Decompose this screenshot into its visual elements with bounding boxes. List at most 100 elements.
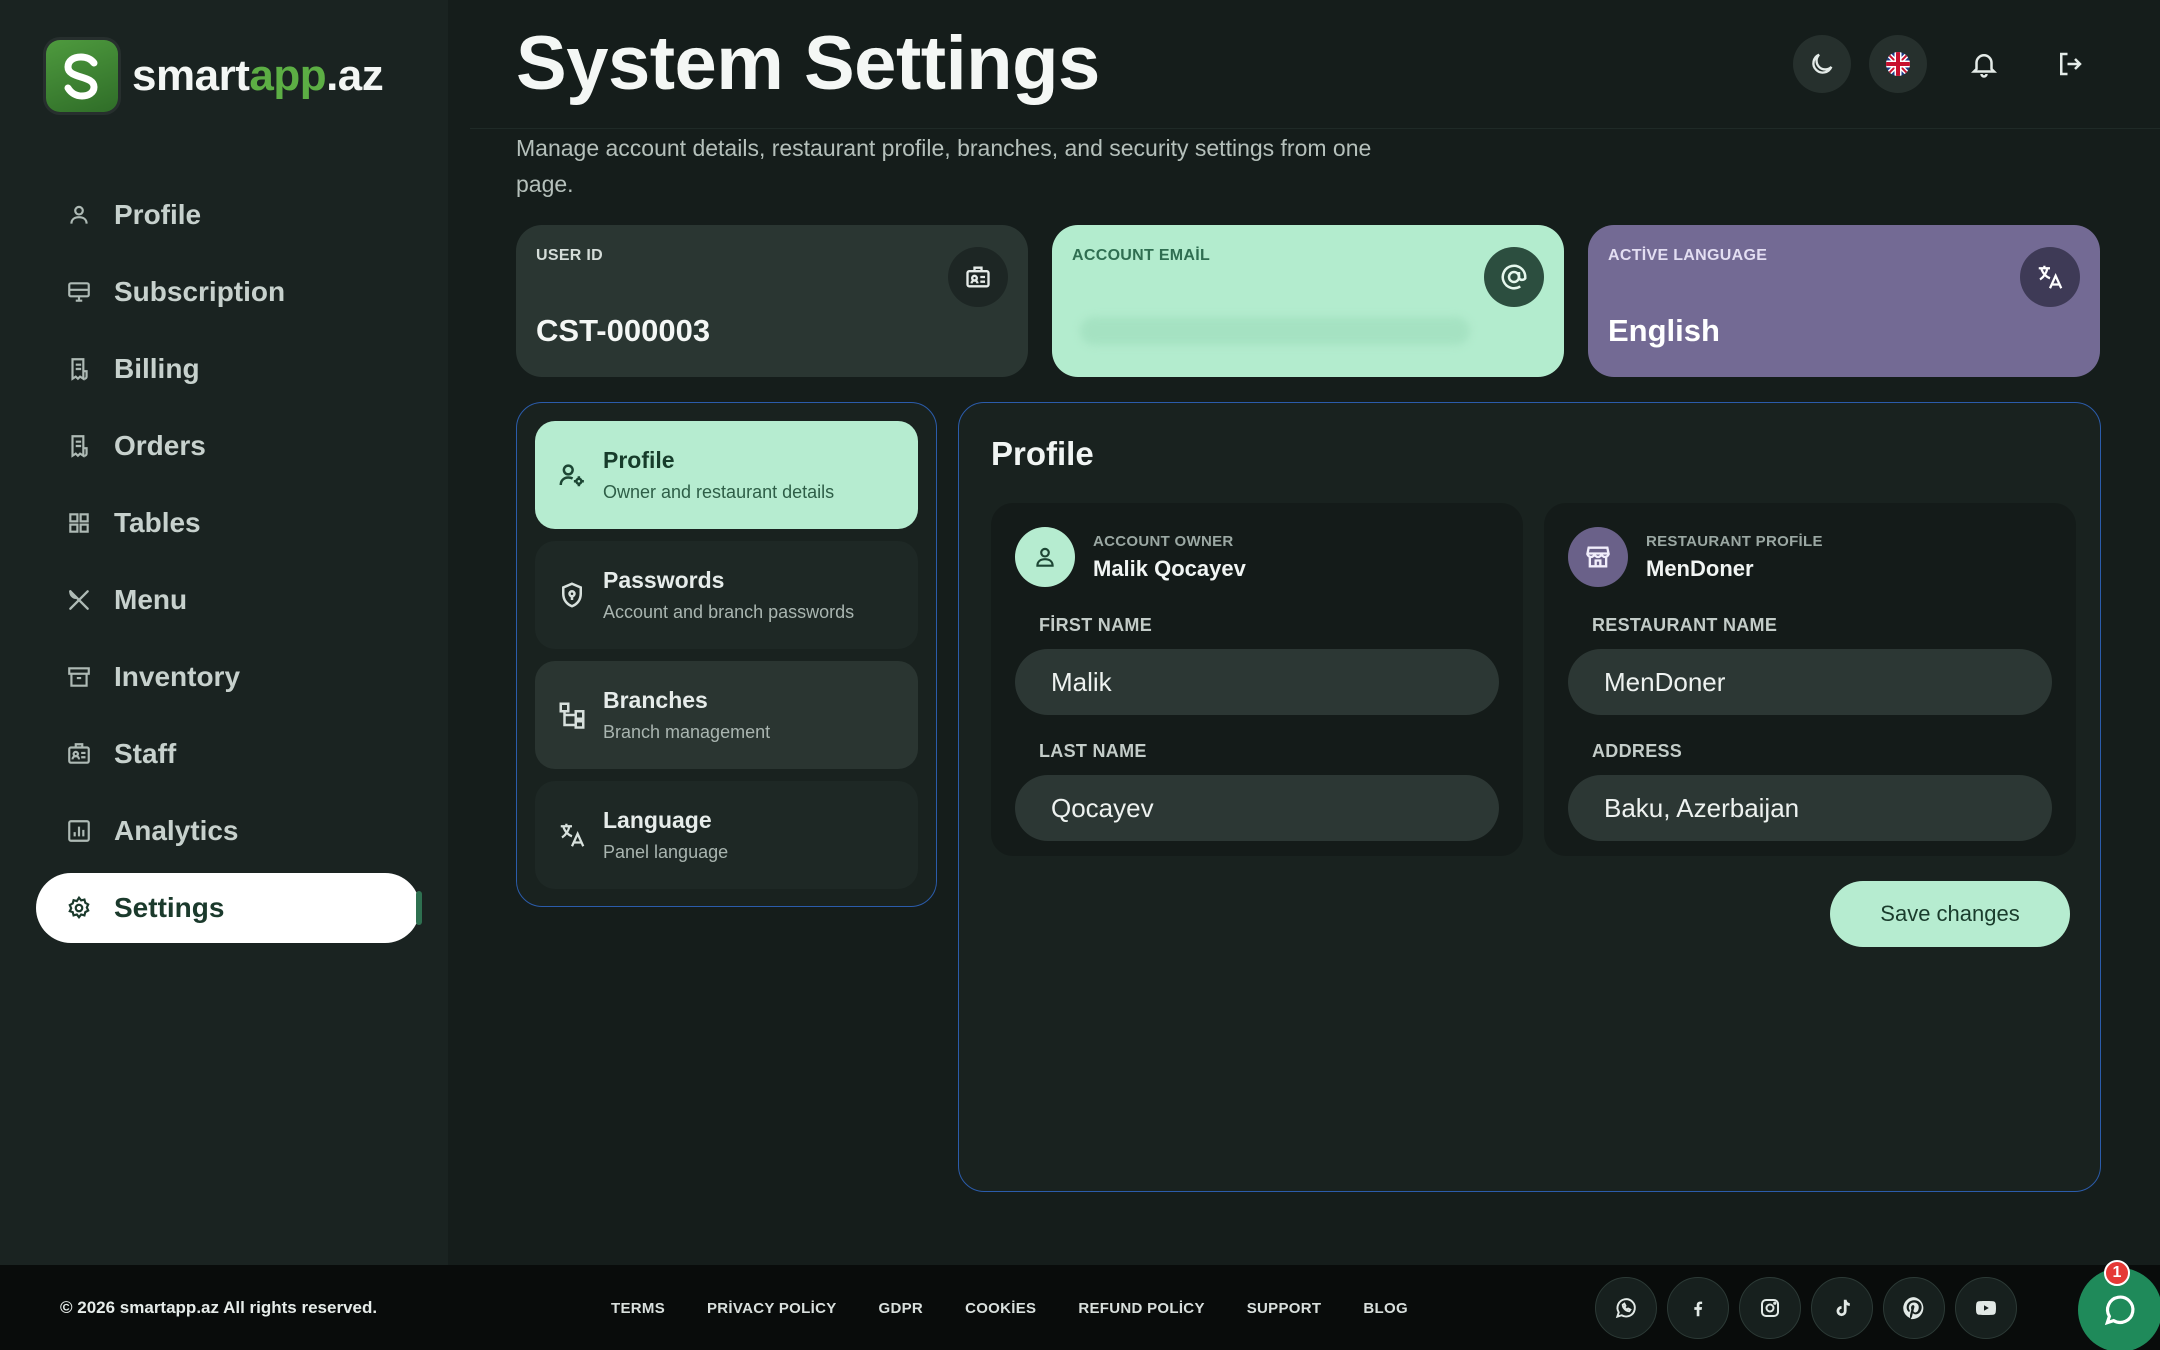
translate-icon <box>560 823 585 847</box>
sidebar-item-tables[interactable]: Tables <box>36 488 420 558</box>
hierarchy-icon <box>559 702 585 729</box>
page-subtitle: Manage account details, restaurant profi… <box>516 135 1372 197</box>
tiktok-icon <box>1836 1299 1850 1317</box>
sidebar-item-label: Settings <box>114 892 225 923</box>
moon-icon <box>1812 53 1833 74</box>
sidebar-item-label: Orders <box>114 430 206 461</box>
sidebar-item-menu[interactable]: Menu <box>36 565 420 635</box>
first-name-label: FİRST NAME <box>1039 615 1152 635</box>
account-email-value-redacted <box>1080 317 1470 345</box>
tab-title: Profile <box>603 447 675 473</box>
logo-icon <box>46 40 118 112</box>
footer-link-terms[interactable]: TERMS <box>611 1300 665 1317</box>
logout-button[interactable] <box>2041 35 2099 93</box>
receipt-icon <box>71 435 88 458</box>
sidebar-item-label: Inventory <box>114 661 241 692</box>
active-language-label: ACTİVE LANGUAGE <box>1608 247 1768 264</box>
chat-bubble-icon <box>2104 1295 2135 1326</box>
restaurant-name-label: RESTAURANT NAME <box>1592 615 1778 635</box>
tab-subtitle: Account and branch passwords <box>603 602 855 622</box>
save-changes-button[interactable]: Save changes <box>1830 881 2070 947</box>
footer-links: TERMS PRİVACY POLİCY GDPR COOKİES REFUND… <box>611 1300 1408 1317</box>
facebook-button[interactable] <box>1667 1277 1729 1339</box>
whatsapp-icon <box>1615 1298 1636 1319</box>
sidebar-item-inventory[interactable]: Inventory <box>36 642 420 712</box>
sidebar-item-analytics[interactable]: Analytics <box>36 796 420 866</box>
tab-passwords[interactable]: Passwords Account and branch passwords <box>535 541 918 649</box>
tiktok-button[interactable] <box>1811 1277 1873 1339</box>
tab-subtitle: Owner and restaurant details <box>603 482 835 502</box>
user-icon <box>70 205 88 224</box>
tab-title: Branches <box>603 687 708 713</box>
sidebar-item-profile[interactable]: Profile <box>36 180 420 250</box>
restaurant-name: MenDoner <box>1646 555 1754 581</box>
user-id-label: USER ID <box>536 247 603 264</box>
sidebar-item-staff[interactable]: Staff <box>36 719 420 789</box>
gear-icon <box>68 895 90 919</box>
sidebar-item-orders[interactable]: Orders <box>36 411 420 481</box>
address-field[interactable] <box>1568 775 2052 841</box>
sidebar-item-label: Tables <box>114 507 201 538</box>
sidebar-item-label: Billing <box>114 353 200 384</box>
tab-profile[interactable]: Profile Owner and restaurant details <box>535 421 918 529</box>
chat-notification-badge: 1 <box>2104 1260 2130 1286</box>
tab-language[interactable]: Language Panel language <box>535 781 918 889</box>
tab-branches[interactable]: Branches Branch management <box>535 661 918 769</box>
pinterest-icon <box>1903 1297 1924 1320</box>
footer-link-refund[interactable]: REFUND POLİCY <box>1078 1300 1204 1317</box>
youtube-icon <box>1976 1301 1996 1315</box>
footer-link-blog[interactable]: BLOG <box>1363 1300 1408 1317</box>
account-owner-section: ACCOUNT OWNER Malik Qocayev FİRST NAME L… <box>991 503 1523 856</box>
section-label: RESTAURANT PROFİLE <box>1646 532 1823 550</box>
footer-link-privacy[interactable]: PRİVACY POLİCY <box>707 1300 837 1317</box>
tab-subtitle: Branch management <box>603 722 771 742</box>
at-sign-icon <box>1484 247 1544 307</box>
header-actions <box>1793 35 2099 93</box>
footer: © 2026 smartapp.az All rights reserved. … <box>0 1265 2160 1350</box>
owner-name: Malik Qocayev <box>1093 555 1246 581</box>
active-language-card: ACTİVE LANGUAGE English <box>1588 225 2100 377</box>
section-label: ACCOUNT OWNER <box>1093 532 1234 550</box>
store-icon <box>1568 527 1628 587</box>
sidebar-item-label: Profile <box>114 199 202 230</box>
notifications-button[interactable] <box>1955 35 2013 93</box>
sidebar-nav: Profile Subscription Billing Orders Tabl… <box>36 180 422 950</box>
settings-tabs: Profile Owner and restaurant details Pass… <box>516 402 937 907</box>
pinterest-button[interactable] <box>1883 1277 1945 1339</box>
sidebar-item-label: Subscription <box>114 276 286 307</box>
tab-title: Passwords <box>603 567 725 593</box>
footer-link-support[interactable]: SUPPORT <box>1247 1300 1322 1317</box>
bar-chart-icon <box>68 820 90 842</box>
footer-link-cookies[interactable]: COOKİES <box>965 1300 1036 1317</box>
sidebar-item-billing[interactable]: Billing <box>36 334 420 404</box>
social-links <box>1595 1277 2017 1339</box>
last-name-field[interactable] <box>1015 775 1499 841</box>
user-gear-icon <box>559 464 584 487</box>
brand-logo[interactable]: smartapp.az <box>46 40 384 112</box>
account-email-label: ACCOUNT EMAİL <box>1072 247 1211 264</box>
language-button[interactable] <box>1869 35 1927 93</box>
sidebar-item-label: Menu <box>114 584 188 615</box>
utensils-icon <box>69 590 89 610</box>
restaurant-name-field[interactable] <box>1568 649 2052 715</box>
footer-link-gdpr[interactable]: GDPR <box>879 1300 924 1317</box>
archive-icon <box>68 667 90 687</box>
sidebar-item-label: Analytics <box>114 815 239 846</box>
instagram-button[interactable] <box>1739 1277 1801 1339</box>
shield-icon <box>562 582 582 608</box>
sidebar-item-label: Staff <box>114 738 177 769</box>
sidebar-item-settings[interactable]: Settings <box>36 873 422 943</box>
account-email-card: ACCOUNT EMAİL <box>1052 225 1564 377</box>
monitor-icon <box>68 282 90 302</box>
sidebar-item-subscription[interactable]: Subscription <box>36 257 420 327</box>
translate-icon <box>2020 247 2080 307</box>
first-name-field[interactable] <box>1015 649 1499 715</box>
bell-icon <box>1970 54 1998 78</box>
whatsapp-button[interactable] <box>1595 1277 1657 1339</box>
user-icon <box>1015 527 1075 587</box>
grid-icon <box>69 513 89 533</box>
header-divider <box>470 128 2160 129</box>
youtube-button[interactable] <box>1955 1277 2017 1339</box>
theme-toggle-button[interactable] <box>1793 35 1851 93</box>
brand-name: smartapp.az <box>132 51 384 100</box>
